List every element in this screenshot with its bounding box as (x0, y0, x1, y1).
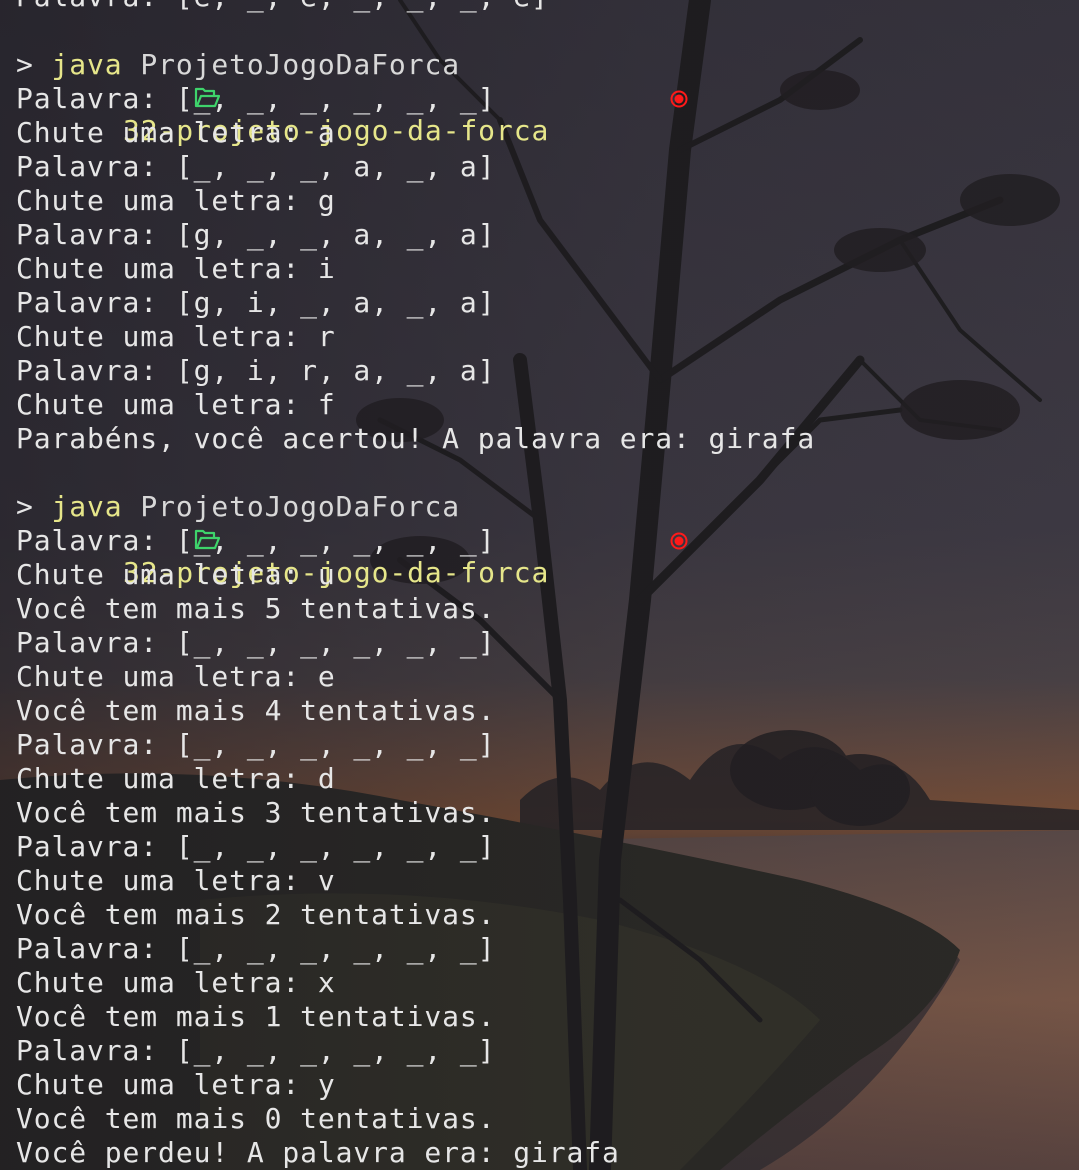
output-line: Palavra: [_, _, _, _, _, _] (16, 728, 496, 761)
terminal-output[interactable]: Palavra: [e, _, e, _, _, _, e] 32-projet… (16, 0, 1079, 1170)
record-dot-icon (563, 490, 688, 550)
record-dot-icon (563, 48, 688, 108)
output-line: Palavra: [_, _, _, _, _, _] (16, 830, 496, 863)
command-argument: ProjetoJogoDaForca (140, 490, 460, 523)
output-line: Você tem mais 2 tentativas. (16, 898, 496, 931)
command-argument: ProjetoJogoDaForca (140, 48, 460, 81)
output-line: Chute uma letra: g (16, 184, 336, 217)
command-name: java (51, 48, 123, 81)
terminal-partial-line: Palavra: [e, _, e, _, _, _, e] (16, 0, 1079, 14)
output-line: Palavra: [_, _, _, _, _, _] (16, 82, 496, 115)
output-line: Você perdeu! A palavra era: girafa (16, 1136, 620, 1169)
output-line: Palavra: [_, _, _, _, _, _] (16, 626, 496, 659)
output-line: Palavra: [_, _, _, _, _, _] (16, 932, 496, 965)
prompt-caret: > (16, 48, 34, 81)
output-line: Chute uma letra: v (16, 864, 336, 897)
command-name: java (51, 490, 123, 523)
output-line: Chute uma letra: x (16, 966, 336, 999)
output-line: Palavra: [g, _, _, a, _, a] (16, 218, 496, 251)
output-line: Você tem mais 3 tentativas. (16, 796, 496, 829)
output-line: Palavra: [_, _, _, _, _, _] (16, 1034, 496, 1067)
output-line: Chute uma letra: f (16, 388, 336, 421)
output-line: Chute uma letra: r (16, 320, 336, 353)
output-line: Chute uma letra: y (16, 1068, 336, 1101)
output-line: Palavra: [_, _, _, _, _, _] (16, 524, 496, 557)
output-line: Parabéns, você acertou! A palavra era: g… (16, 422, 816, 455)
prompt-caret: > (16, 490, 34, 523)
output-line: Palavra: [g, i, _, a, _, a] (16, 286, 496, 319)
output-line: Chute uma letra: e (16, 660, 336, 693)
output-line: Palavra: [_, _, _, a, _, a] (16, 150, 496, 183)
output-line: Chute uma letra: d (16, 762, 336, 795)
output-line: Você tem mais 0 tentativas. (16, 1102, 496, 1135)
output-line: Chute uma letra: i (16, 252, 336, 285)
output-line: Palavra: [g, i, r, a, _, a] (16, 354, 496, 387)
prompt-line: 32-projeto-jogo-da-forca (16, 14, 1079, 147)
output-line: Você tem mais 1 tentativas. (16, 1000, 496, 1033)
output-line: Você tem mais 4 tentativas. (16, 694, 496, 727)
prompt-line: 32-projeto-jogo-da-forca (16, 456, 1079, 589)
output-line: Você tem mais 5 tentativas. (16, 592, 496, 625)
